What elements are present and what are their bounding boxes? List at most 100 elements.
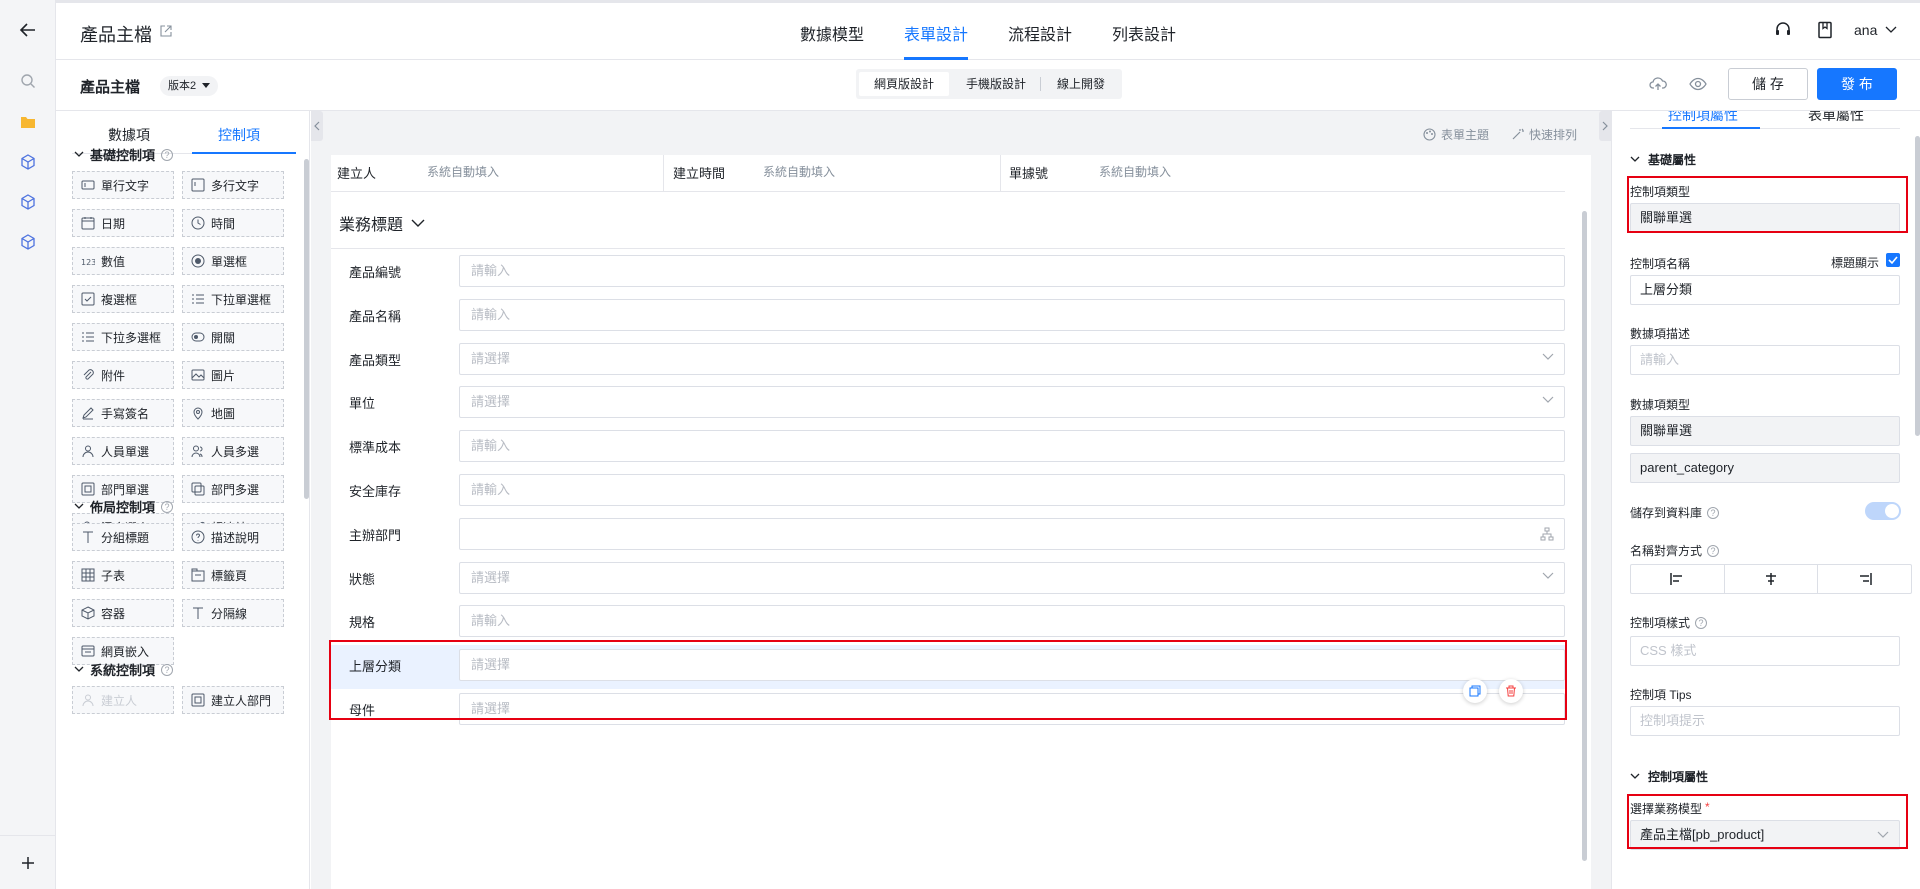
- save-button[interactable]: 儲 存: [1728, 68, 1808, 100]
- style-input[interactable]: CSS 樣式: [1630, 636, 1900, 666]
- container-icon: [81, 606, 95, 620]
- rail-divider: [0, 835, 56, 836]
- web-embed-icon: [81, 644, 95, 658]
- control-name-input[interactable]: 上層分類: [1630, 275, 1900, 305]
- control-item[interactable]: 手寫簽名: [72, 399, 174, 427]
- back-arrow-icon[interactable]: [16, 18, 40, 42]
- control-item[interactable]: 下拉單選框: [182, 285, 284, 313]
- data-desc-input[interactable]: 請輸入: [1630, 345, 1900, 375]
- form-theme-button[interactable]: 表單主題: [1423, 126, 1489, 143]
- chevron-down-icon: [74, 151, 84, 157]
- field-placeholder: 請輸入: [471, 482, 511, 497]
- control-item[interactable]: 建立人部門: [182, 686, 284, 714]
- field-input[interactable]: 請輸入: [459, 298, 1565, 331]
- search-icon[interactable]: [16, 69, 40, 93]
- mode-web[interactable]: 網頁版設計: [859, 72, 949, 96]
- tab-flow-design[interactable]: 流程設計: [1008, 21, 1072, 45]
- control-item[interactable]: 容器: [72, 599, 174, 627]
- control-item[interactable]: 標籤頁: [182, 561, 284, 589]
- cube-icon[interactable]: [16, 150, 40, 174]
- group-layout-controls-header[interactable]: 佈局控制項?: [74, 497, 174, 516]
- control-item[interactable]: 子表: [72, 561, 174, 589]
- control-item[interactable]: 單行文字: [72, 171, 174, 199]
- control-item-label: 人員單選: [101, 444, 150, 459]
- field-select[interactable]: 請選擇: [459, 386, 1565, 419]
- plus-icon[interactable]: [16, 851, 40, 875]
- paperclip-icon: [81, 368, 95, 382]
- basic-props-header[interactable]: 基礎屬性: [1630, 151, 1696, 168]
- control-item[interactable]: 複選框: [72, 285, 174, 313]
- collapse-left-handle[interactable]: [311, 111, 323, 141]
- form-name: 產品主檔: [80, 79, 141, 96]
- collapse-right-handle[interactable]: [1599, 111, 1611, 141]
- top-header: 產品主檔 數據模型 表單設計 流程設計 列表設計 ana: [56, 0, 1920, 60]
- divider-icon: [191, 606, 205, 620]
- right-scrollbar[interactable]: [1915, 136, 1920, 436]
- field-org-picker[interactable]: [459, 517, 1565, 550]
- control-item[interactable]: 建立人: [72, 686, 174, 714]
- control-props-header[interactable]: 控制項屬性: [1630, 768, 1708, 785]
- left-scrollbar[interactable]: [304, 159, 309, 499]
- title-display-label: 標題顯示: [1831, 256, 1880, 270]
- tab-form-design[interactable]: 表單設計: [904, 21, 968, 45]
- property-panel: 控制項屬性 表單屬性 基礎屬性 控制項類型 關聯單選 控制項名稱 標題顯示 上層…: [1611, 111, 1920, 889]
- publish-button[interactable]: 發 布: [1817, 68, 1897, 100]
- control-item[interactable]: 分組標題: [72, 523, 174, 551]
- align-right-button[interactable]: [1818, 565, 1911, 593]
- control-item[interactable]: 人員多選: [182, 437, 284, 465]
- eye-icon[interactable]: [1689, 77, 1707, 91]
- tab-control-properties[interactable]: 控制項屬性: [1668, 111, 1738, 125]
- mode-online-dev[interactable]: 線上開發: [1042, 72, 1120, 96]
- multi-line-text-icon: [191, 178, 205, 192]
- highlight-box: [1627, 794, 1908, 849]
- user-name[interactable]: ana: [1854, 22, 1877, 38]
- chevron-down-icon[interactable]: [1885, 26, 1897, 34]
- highlight-box: [1627, 176, 1908, 233]
- tab-form-properties[interactable]: 表單屬性: [1808, 111, 1864, 125]
- tips-input[interactable]: 控制項提示: [1630, 706, 1900, 736]
- field-input[interactable]: 請輸入: [459, 430, 1565, 463]
- align-center-button[interactable]: [1725, 565, 1819, 593]
- field-input[interactable]: 請輸入: [459, 474, 1565, 506]
- save-db-toggle[interactable]: [1865, 502, 1901, 520]
- mode-mobile[interactable]: 手機版設計: [952, 72, 1040, 96]
- control-item-label: 人員多選: [211, 444, 260, 459]
- control-item[interactable]: 地圖: [182, 399, 284, 427]
- tab-list-design[interactable]: 列表設計: [1112, 21, 1176, 45]
- cloud-upload-icon[interactable]: [1649, 76, 1667, 92]
- save-db-label: 儲存到資料庫: [1630, 506, 1703, 520]
- title-display-checkbox[interactable]: [1886, 253, 1900, 267]
- control-item[interactable]: 部門多選: [182, 475, 284, 503]
- field-input[interactable]: 請輸入: [459, 605, 1565, 638]
- quick-arrange-button[interactable]: 快速排列: [1511, 126, 1577, 143]
- group-system-controls-header[interactable]: 系統控制項?: [74, 660, 174, 679]
- folder-icon[interactable]: [16, 110, 40, 134]
- align-left-button[interactable]: [1631, 565, 1725, 593]
- control-item[interactable]: 123 數值: [72, 247, 174, 275]
- control-item[interactable]: 時間: [182, 209, 284, 237]
- tab-data-model[interactable]: 數據模型: [800, 21, 864, 45]
- control-item[interactable]: 開關: [182, 323, 284, 351]
- external-link-icon[interactable]: [160, 25, 172, 37]
- control-item[interactable]: 日期: [72, 209, 174, 237]
- control-item[interactable]: 附件: [72, 361, 174, 389]
- version-select[interactable]: 版本2: [160, 76, 219, 96]
- control-item[interactable]: 單選框: [182, 247, 284, 275]
- control-item[interactable]: 圖片: [182, 361, 284, 389]
- headset-icon[interactable]: [1774, 21, 1792, 39]
- control-item[interactable]: 人員單選: [72, 437, 174, 465]
- field-input[interactable]: 請輸入: [459, 255, 1565, 287]
- control-item[interactable]: 分隔線: [182, 599, 284, 627]
- control-item[interactable]: 下拉多選框: [72, 323, 174, 351]
- control-item[interactable]: 多行文字: [182, 171, 284, 199]
- control-item[interactable]: 描述說明: [182, 523, 284, 551]
- form-scrollbar[interactable]: [1582, 211, 1587, 861]
- cube-icon[interactable]: [16, 190, 40, 214]
- document-icon[interactable]: [1817, 21, 1833, 39]
- cube-icon[interactable]: [16, 230, 40, 254]
- align-label: 名稱對齊方式: [1630, 544, 1703, 558]
- group-basic-controls-header[interactable]: 基礎控制項?: [74, 145, 174, 164]
- field-label: 主辦部門: [349, 527, 402, 543]
- field-select[interactable]: 請選擇: [459, 342, 1565, 375]
- field-select[interactable]: 請選擇: [459, 561, 1565, 594]
